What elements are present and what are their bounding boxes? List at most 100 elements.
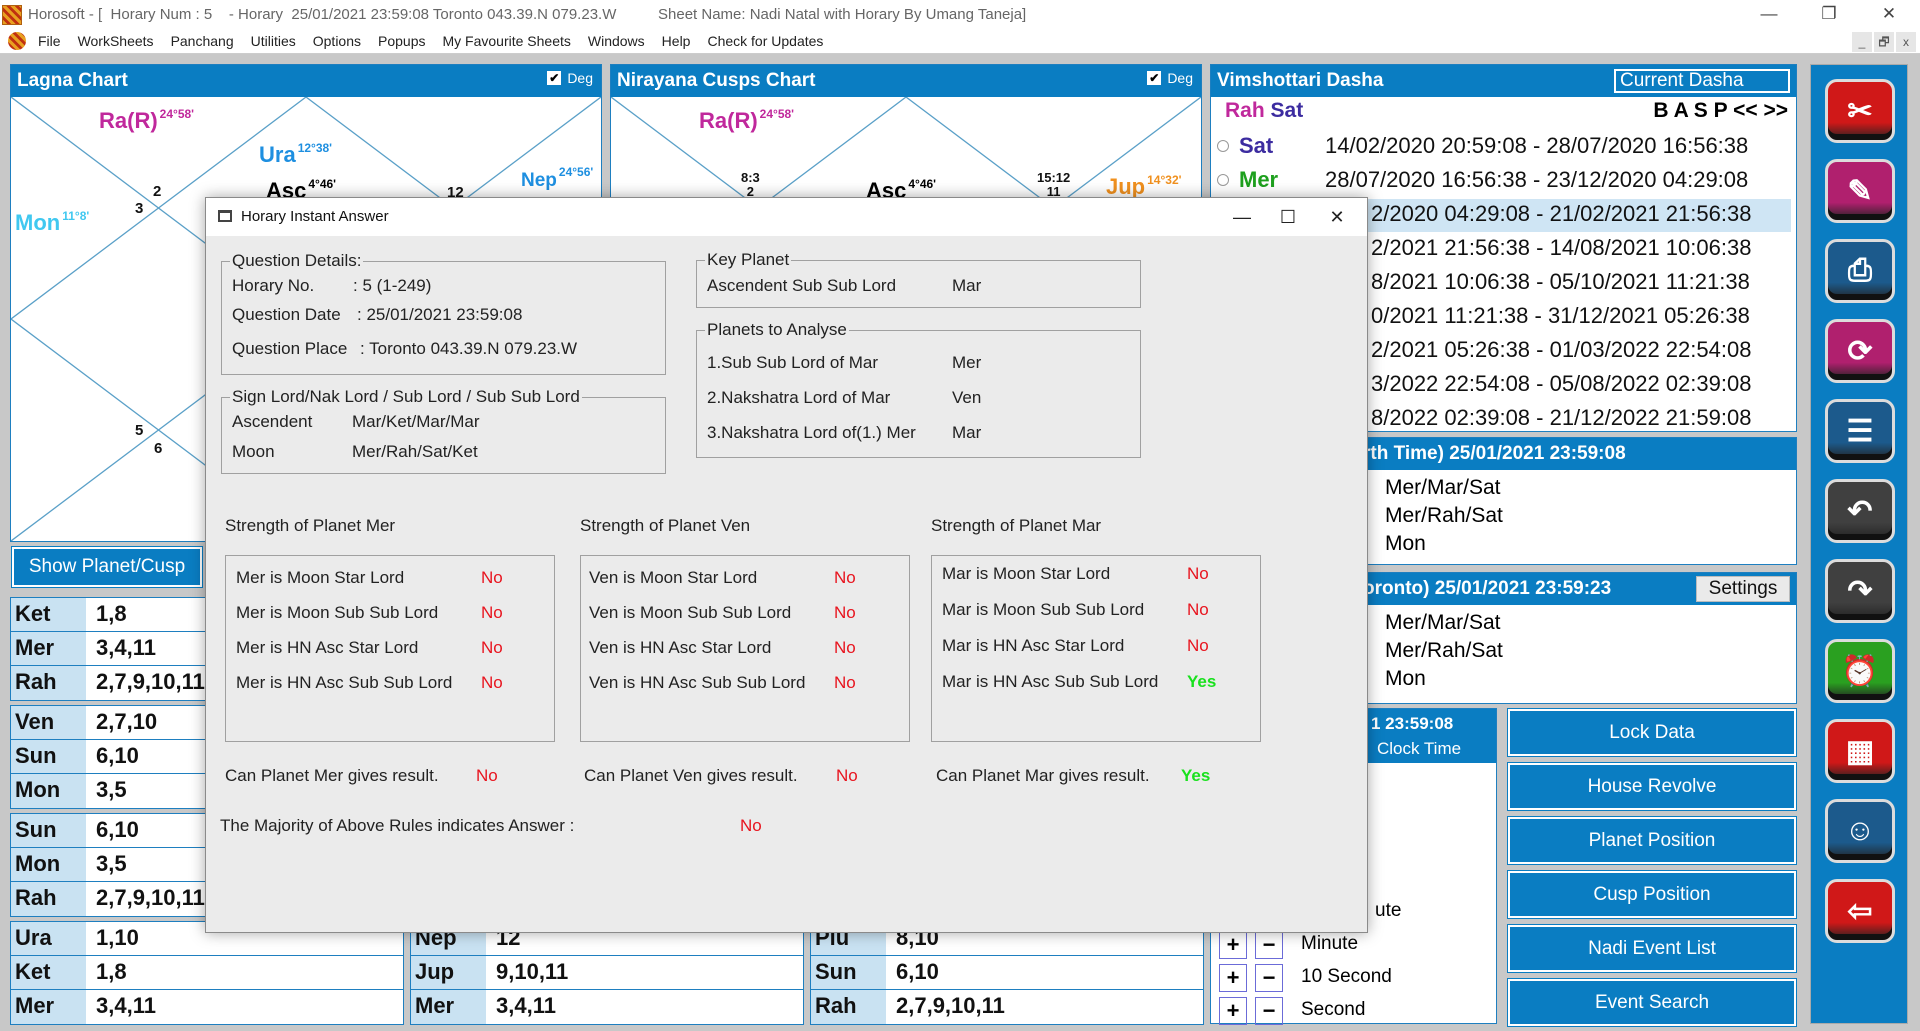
menu-utilities[interactable]: Utilities	[251, 33, 296, 49]
dialog-minimize-button[interactable]: —	[1219, 202, 1265, 232]
print-button[interactable]: ⎙	[1825, 239, 1895, 303]
house-revolve-button[interactable]: House Revolve	[1507, 762, 1797, 811]
table-row: Ket 1,8	[11, 956, 403, 990]
birth-time-header: rth Time) 25/01/2021 23:59:08	[1363, 443, 1626, 464]
document-click-icon: ☰	[1846, 414, 1874, 448]
sheet-name: Sheet Name: Nadi Natal with Horary By Um…	[658, 6, 1027, 23]
mdi-restore-button[interactable]: 🗗	[1874, 32, 1894, 52]
cloud-sync-button[interactable]: ⟳	[1825, 319, 1895, 383]
menu-file[interactable]: File	[38, 33, 61, 49]
event-search-button[interactable]: Event Search	[1507, 978, 1797, 1027]
menu-options[interactable]: Options	[313, 33, 361, 49]
menu-check-updates[interactable]: Check for Updates	[707, 33, 823, 49]
edit-button[interactable]: ✎	[1825, 159, 1895, 223]
minimize-button[interactable]: —	[1746, 0, 1792, 30]
settings-button[interactable]: Settings	[1696, 576, 1790, 602]
exit-icon: ⇦	[1847, 894, 1873, 928]
lagna-planet-uranus: Ura 12°38'	[259, 141, 333, 167]
dasha-row[interactable]: Mer 28/07/2020 16:56:38 - 23/12/2020 04:2…	[1211, 165, 1791, 198]
rule-value: No	[481, 568, 503, 587]
strength-ven-box: Ven is Moon Star Lord No Ven is Moon Sub …	[580, 555, 910, 742]
menu-panchang[interactable]: Panchang	[171, 33, 234, 49]
mdi-close-button[interactable]: x	[1896, 32, 1916, 52]
cusps-deg-checkbox[interactable]: ✔	[1147, 71, 1162, 85]
moon-label: Moon	[232, 442, 275, 461]
minus-10-second-button[interactable]: −	[1255, 964, 1283, 992]
rule-value: Yes	[1187, 672, 1217, 691]
analyse-value: Mer	[952, 353, 982, 372]
group-button[interactable]: ☺	[1825, 799, 1895, 863]
forward-arrow-button[interactable]: ↷	[1825, 559, 1895, 623]
minus-minute-button[interactable]: −	[1255, 931, 1283, 959]
show-planet-cusp-button[interactable]: Show Planet/Cusp	[11, 546, 203, 588]
alarm-clock-icon: ⏰	[1841, 654, 1879, 688]
ascendent-lords: Mar/Ket/Mar/Mar	[352, 412, 480, 431]
planets-to-analyse-group: Planets to Analyse 1.Sub Sub Lord of Mar…	[696, 320, 1141, 458]
lagna-planet-moon: Mon 11°8'	[15, 209, 90, 235]
exit-button[interactable]: ⇦	[1825, 879, 1895, 943]
menu-bar: File WorkSheets Panchang Utilities Optio…	[0, 30, 1920, 54]
group-icon: ☺	[1844, 814, 1876, 847]
alarm-clock-button[interactable]: ⏰	[1825, 639, 1895, 703]
analyse-value: Mar	[952, 423, 982, 442]
rule-value: No	[481, 638, 503, 657]
current-dasha-button[interactable]: Current Dasha	[1614, 69, 1790, 93]
rule-label: Mer is Moon Sub Sub Lord	[236, 603, 439, 622]
mdi-minimize-button[interactable]: _	[1852, 32, 1872, 52]
menu-help[interactable]: Help	[662, 33, 691, 49]
minus-second-button[interactable]: −	[1255, 997, 1283, 1025]
forward-arrow-icon: ↷	[1847, 574, 1873, 608]
plus-minute-button[interactable]: +	[1219, 931, 1247, 959]
calendar-button[interactable]: ▦	[1825, 719, 1895, 783]
key-planet-group: Key Planet Ascendent Sub Sub Lord Mar	[696, 250, 1141, 308]
group-legend: Question Details:	[230, 251, 364, 271]
back-arrow-button[interactable]: ↶	[1825, 479, 1895, 543]
dasha-radio[interactable]	[1217, 174, 1229, 186]
app-menu-icon[interactable]	[8, 32, 26, 50]
significator-table-5: Nep 12 Jup 9,10,11 Mer 3,4,11	[410, 921, 804, 1025]
house-number: 2	[153, 183, 162, 200]
clock-time-label: Clock Time	[1377, 739, 1462, 758]
nadi-event-list-button[interactable]: Nadi Event List	[1507, 924, 1797, 973]
tools-button[interactable]: ✂	[1825, 79, 1895, 143]
question-place-value: : Toronto 043.39.N 079.23.W	[360, 339, 578, 358]
rule-label: Mar is Moon Star Lord	[942, 564, 1111, 583]
cusps-planet-rahu: Ra(R) 24°58'	[699, 107, 795, 133]
rule-value: No	[481, 603, 503, 622]
dialog-title: Horary Instant Answer	[241, 208, 389, 225]
dialog-close-button[interactable]: ✕	[1314, 202, 1360, 232]
dialog-maximize-button[interactable]: ☐	[1265, 202, 1311, 232]
dasha-level-nav[interactable]: B A S P << >>	[1653, 99, 1788, 123]
result-mer-label: Can Planet Mer gives result.	[225, 766, 439, 785]
planet-position-button[interactable]: Planet Position	[1507, 816, 1797, 865]
group-legend: Planets to Analyse	[705, 320, 849, 340]
menu-favourite-sheets[interactable]: My Favourite Sheets	[442, 33, 570, 49]
lagna-chart-title: Lagna Chart	[17, 70, 128, 91]
rule-label: Mar is Moon Sub Sub Lord	[942, 600, 1145, 619]
lock-data-button[interactable]: Lock Data	[1507, 708, 1797, 757]
group-legend: Sign Lord/Nak Lord / Sub Lord / Sub Sub …	[230, 387, 582, 407]
dasha-row[interactable]: Sat 14/02/2020 20:59:08 - 28/07/2020 16:5…	[1211, 131, 1791, 164]
current-time-header: oronto) 25/01/2021 23:59:23	[1363, 578, 1612, 599]
dasha-radio[interactable]	[1217, 140, 1229, 152]
dasha-lords: Rah Sat	[1225, 99, 1304, 122]
step-label: 10 Second	[1301, 966, 1392, 987]
strength-mer-box: Mer is Moon Star Lord No Mer is Moon Sub …	[225, 555, 555, 742]
significator-table-6: Plu 8,10 Sun 6,10 Rah 2,7,9,10,11	[810, 921, 1204, 1025]
cusp-position-button[interactable]: Cusp Position	[1507, 870, 1797, 919]
plus-second-button[interactable]: +	[1219, 997, 1247, 1025]
cusps-deg-label: Deg	[1167, 70, 1193, 86]
restore-button[interactable]: ❐	[1806, 0, 1852, 30]
menu-worksheets[interactable]: WorkSheets	[78, 33, 154, 49]
rule-label: Mer is Moon Star Lord	[236, 568, 405, 587]
document-click-button[interactable]: ☰	[1825, 399, 1895, 463]
table-row: Rah 2,7,9,10,11	[811, 990, 1203, 1024]
window-icon	[218, 210, 232, 222]
menu-popups[interactable]: Popups	[378, 33, 425, 49]
right-toolbar: ✂ ✎ ⎙ ⟳ ☰ ↶ ↷ ⏰ ▦ ☺ ⇦	[1810, 64, 1908, 1024]
close-button[interactable]: ✕	[1866, 0, 1912, 30]
strength-mer-title: Strength of Planet Mer	[225, 516, 396, 535]
plus-10-second-button[interactable]: +	[1219, 964, 1247, 992]
lagna-deg-checkbox[interactable]: ✔	[547, 71, 562, 85]
menu-windows[interactable]: Windows	[588, 33, 645, 49]
